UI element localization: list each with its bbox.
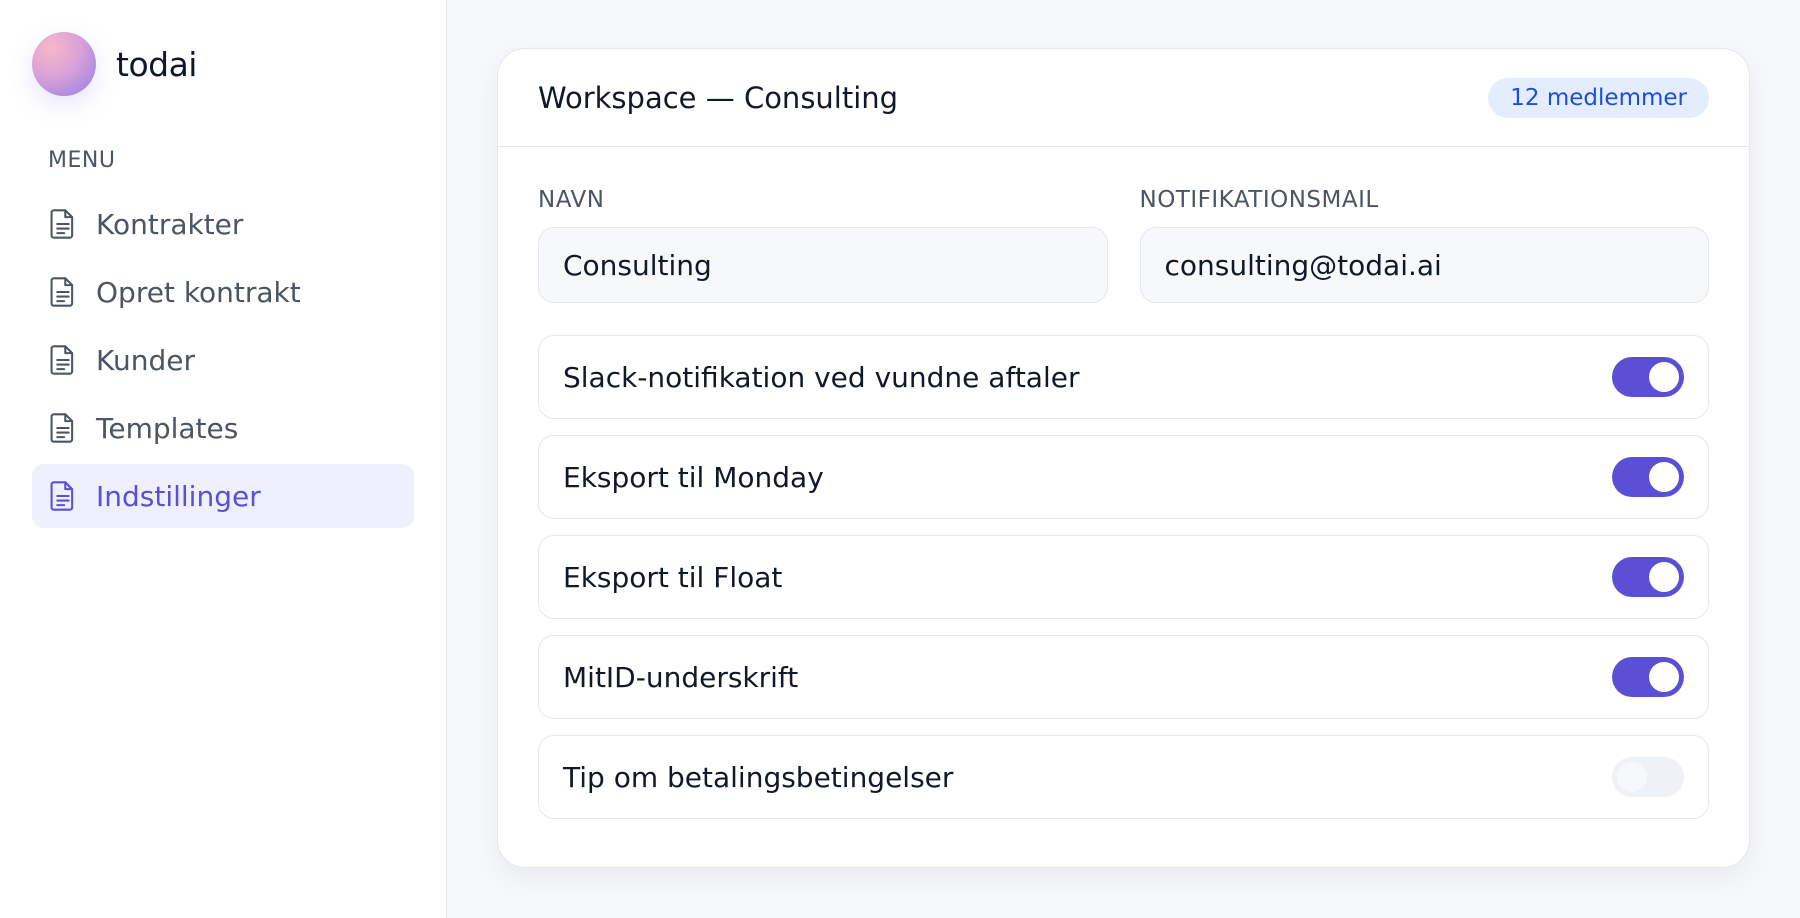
name-label: NAVN	[538, 187, 605, 213]
email-label: NOTIFIKATIONSMAIL	[1139, 187, 1379, 213]
toggle-row-slack: Slack-notifikation ved vundne aftaler	[538, 335, 1709, 419]
sidebar: todai MENU Kontrakter Opret kontrakt Kun…	[0, 0, 447, 918]
toggle-knob	[1649, 662, 1679, 692]
slack-toggle[interactable]	[1612, 357, 1684, 397]
toggle-knob	[1617, 762, 1647, 792]
sidebar-nav: Kontrakter Opret kontrakt Kunder Templat…	[32, 192, 414, 532]
menu-label: MENU	[48, 148, 116, 173]
card-body: NAVN NOTIFIKATIONSMAIL Slack-notifikatio…	[498, 147, 1749, 819]
sidebar-item-templates[interactable]: Templates	[32, 396, 414, 460]
workspace-card: Workspace — Consulting 12 medlemmer NAVN…	[497, 48, 1750, 868]
brand-name: todai	[116, 44, 197, 84]
toggle-label: Eksport til Monday	[563, 460, 824, 494]
toggle-label: MitID-underskrift	[563, 660, 799, 694]
sidebar-item-kunder[interactable]: Kunder	[32, 328, 414, 392]
payment-tip-toggle[interactable]	[1612, 757, 1684, 797]
document-icon	[48, 275, 78, 309]
float-toggle[interactable]	[1612, 557, 1684, 597]
monday-toggle[interactable]	[1612, 457, 1684, 497]
sidebar-item-label: Kontrakter	[96, 207, 244, 241]
mitid-toggle[interactable]	[1612, 657, 1684, 697]
toggle-knob	[1649, 562, 1679, 592]
toggle-row-monday: Eksport til Monday	[538, 435, 1709, 519]
sidebar-item-label: Opret kontrakt	[96, 275, 301, 309]
brand[interactable]: todai	[32, 32, 197, 96]
sidebar-item-opret-kontrakt[interactable]: Opret kontrakt	[32, 260, 414, 324]
name-input[interactable]	[538, 227, 1108, 303]
logo-icon	[32, 32, 96, 96]
toggle-row-float: Eksport til Float	[538, 535, 1709, 619]
email-input[interactable]	[1139, 227, 1709, 303]
toggle-label: Tip om betalingsbetingelser	[563, 760, 954, 794]
document-icon	[48, 207, 78, 241]
document-icon	[48, 479, 78, 513]
toggle-row-payment-tip: Tip om betalingsbetingelser	[538, 735, 1709, 819]
card-title: Workspace — Consulting	[538, 80, 899, 115]
sidebar-item-indstillinger[interactable]: Indstillinger	[32, 464, 414, 528]
document-icon	[48, 343, 78, 377]
toggle-label: Slack-notifikation ved vundne aftaler	[563, 360, 1080, 394]
email-field-group: NOTIFIKATIONSMAIL	[1139, 187, 1709, 303]
toggle-list: Slack-notifikation ved vundne aftaler Ek…	[538, 335, 1709, 819]
card-header: Workspace — Consulting 12 medlemmer	[498, 49, 1749, 147]
toggle-knob	[1649, 462, 1679, 492]
document-icon	[48, 411, 78, 445]
name-field-group: NAVN	[538, 187, 1108, 303]
sidebar-item-label: Kunder	[96, 343, 195, 377]
sidebar-item-kontrakter[interactable]: Kontrakter	[32, 192, 414, 256]
toggle-row-mitid: MitID-underskrift	[538, 635, 1709, 719]
sidebar-item-label: Indstillinger	[96, 479, 261, 513]
toggle-label: Eksport til Float	[563, 560, 783, 594]
members-badge: 12 medlemmer	[1488, 77, 1709, 118]
sidebar-item-label: Templates	[96, 411, 239, 445]
fields-row: NAVN NOTIFIKATIONSMAIL	[538, 187, 1709, 303]
toggle-knob	[1649, 362, 1679, 392]
